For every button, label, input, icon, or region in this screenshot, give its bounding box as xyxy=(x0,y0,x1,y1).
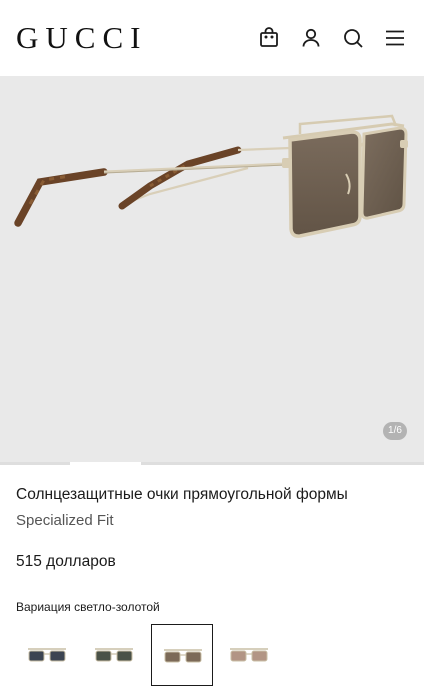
sunglasses-thumbnail-icon xyxy=(95,648,133,662)
shopping-bag-icon[interactable] xyxy=(257,26,281,50)
search-icon[interactable] xyxy=(341,26,365,50)
sunglasses-thumbnail-icon xyxy=(28,648,66,662)
gallery-progress-bar xyxy=(0,462,424,465)
sunglasses-thumbnail-icon xyxy=(230,648,268,662)
variant-blue-swatch[interactable] xyxy=(16,624,78,686)
variation-label: Вариация светло-золотой xyxy=(16,600,160,614)
product-subtitle: Specialized Fit xyxy=(16,512,114,529)
variant-rose-swatch[interactable] xyxy=(218,624,280,686)
header: GUCCI xyxy=(0,0,424,76)
product-image[interactable]: 1/6 xyxy=(0,76,424,462)
user-icon[interactable] xyxy=(299,26,323,50)
sunglasses-thumbnail-icon xyxy=(164,649,202,663)
brand-logo[interactable]: GUCCI xyxy=(16,20,147,56)
sunglasses-image xyxy=(14,114,408,238)
menu-icon[interactable] xyxy=(383,26,407,50)
product-title: Солнцезащитные очки прямоугольной формы xyxy=(16,486,348,503)
gallery-progress-fill xyxy=(70,462,141,465)
product-price: 515 долларов xyxy=(16,553,116,570)
variant-brown-swatch[interactable] xyxy=(151,624,213,686)
variant-green-swatch[interactable] xyxy=(83,624,145,686)
image-counter: 1/6 xyxy=(383,422,407,440)
